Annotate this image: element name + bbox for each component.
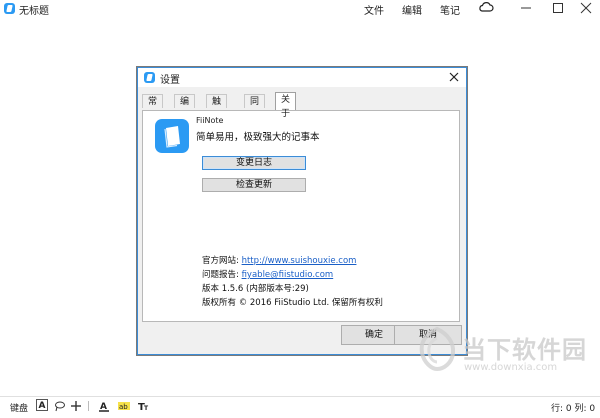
report-label: 问题报告: [202,270,239,280]
website-link[interactable]: http://www.suishouxie.com [242,256,357,266]
svg-text:ab: ab [119,403,128,411]
tab-stylus[interactable]: 触控笔 [206,94,228,135]
fiinote-logo-icon [155,119,189,153]
menu-file[interactable]: 文件 [364,2,384,17]
dialog-app-icon [144,72,155,83]
cloud-icon[interactable] [478,1,494,13]
tab-edit[interactable]: 编辑 [174,94,196,121]
plus-icon[interactable] [70,400,82,412]
tab-general[interactable]: 常规 [142,94,164,121]
maximize-icon[interactable] [550,1,566,15]
app-name: FiiNote [196,116,224,125]
tab-about[interactable]: 关于 [275,92,297,119]
settings-dialog: 设置 常规 编辑 触控笔 同步 关于 FiiNote 简单易用，极致强大的记事本… [136,66,468,356]
about-panel: FiiNote 简单易用，极致强大的记事本 变更日志 检查更新 官方网站: ht… [142,110,460,322]
svg-text:T: T [144,405,149,412]
minimize-icon[interactable] [518,1,534,15]
fiinote-app-icon [4,3,15,14]
app-description: 简单易用，极致强大的记事本 [196,132,320,143]
close-icon[interactable] [578,1,594,15]
lasso-icon[interactable] [54,400,66,412]
text-color-icon[interactable]: A [98,400,110,412]
font-style-box[interactable]: A [36,399,48,411]
keyboard-mode[interactable]: 键盘 [10,401,28,414]
copyright-text: 版权所有 © 2016 FiiStudio Ltd. 保留所有权利 [202,298,383,308]
report-row: 问题报告: fiyable@fiistudio.com [202,268,333,280]
changelog-button[interactable]: 变更日志 [202,156,306,170]
report-email-link[interactable]: fiyable@fiistudio.com [242,270,334,280]
watermark-text: 当下软件园 [462,336,587,364]
version-text: 版本 1.5.6 (内部版本号:29) [202,284,309,294]
font-size-icon[interactable]: T T [138,400,150,412]
app-titlebar: 无标题 文件 编辑 笔记 [0,0,600,22]
website-label: 官方网站: [202,256,239,266]
menu-note[interactable]: 笔记 [440,2,460,17]
check-update-button[interactable]: 检查更新 [202,178,306,192]
document-title: 无标题 [19,6,49,17]
dialog-close-icon[interactable] [448,71,460,83]
watermark-url: www.downxia.com [464,362,558,373]
highlight-icon[interactable]: ab [118,400,130,412]
statusbar: 键盘 A A ab T T 行: 0 列: 0 [0,396,600,418]
tab-sync[interactable]: 同步 [244,94,266,121]
dialog-title: 设置 [160,75,180,86]
watermark: 当下软件园 www.downxia.com [414,326,594,396]
menu-edit[interactable]: 编辑 [402,2,422,17]
separator [88,401,89,411]
watermark-logo-icon [419,326,456,372]
dialog-titlebar: 设置 [138,68,466,87]
cursor-position: 行: 0 列: 0 [551,404,596,414]
website-row: 官方网站: http://www.suishouxie.com [202,254,356,266]
